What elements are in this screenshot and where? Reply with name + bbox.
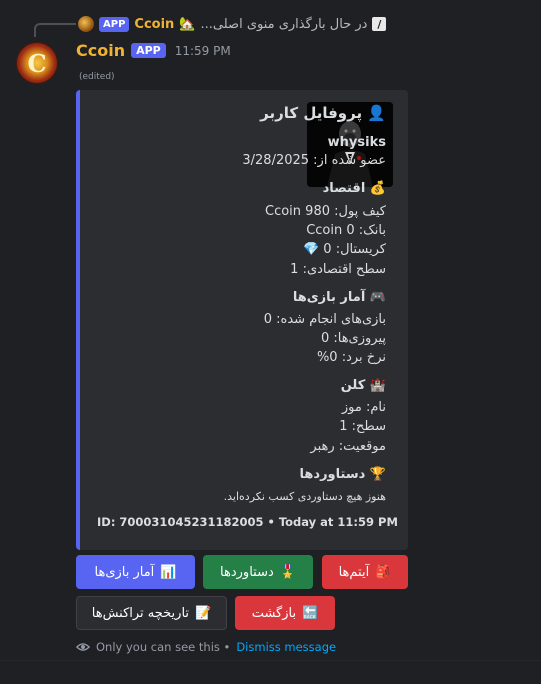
transactions-label: تاریخچه تراکنش‌ها xyxy=(91,605,190,621)
games-title: 🎮 آمار بازی‌ها xyxy=(292,290,386,305)
back-button[interactable]: بازگشت 🔙 xyxy=(235,596,335,630)
command-icon: / xyxy=(372,17,387,31)
reply-preview[interactable]: APP Ccoin 🏡 ...در حال بارگذاری منوی اصلی… xyxy=(78,14,387,34)
ephemeral-notice: Only you can see this • Dismiss message xyxy=(76,640,336,654)
game-stats-label: آمار بازی‌ها xyxy=(94,564,155,580)
ephemeral-text: Only you can see this • xyxy=(96,640,231,654)
games-played-value: بازی‌های انجام شده: 0 xyxy=(263,312,386,327)
author-name[interactable]: Ccoin xyxy=(76,41,125,60)
econ-level-value: سطح اقتصادی: 1 xyxy=(290,262,386,277)
avatar-letter: C xyxy=(27,48,47,78)
win-rate-value: نرخ برد: 0% xyxy=(316,350,386,365)
profile-embed: 👤 پروفایل کاربر whysiks عضو شده از: 3/28… xyxy=(76,90,408,550)
reply-app-badge: APP xyxy=(99,16,130,32)
bank-value: بانک: 0 Ccoin xyxy=(306,223,386,238)
clan-role-value: موقعیت: رهبر xyxy=(310,439,386,454)
wins-value: پیروزی‌ها: 0 xyxy=(320,331,386,346)
clan-title: 🏰 کلن xyxy=(340,378,386,393)
achievements-button[interactable]: دستاوردها 🎖️ xyxy=(203,555,313,589)
reply-connector xyxy=(34,23,76,37)
joined-date: عضو شده از: 3/28/2025 xyxy=(242,153,386,168)
memo-icon: 📝 xyxy=(195,605,212,621)
reply-text[interactable]: ...در حال بارگذاری منوی اصلی xyxy=(200,17,367,32)
items-label: آیتم‌ها xyxy=(338,564,370,580)
message-header: Ccoin APP 11:59 PM xyxy=(76,41,231,60)
back-label: بازگشت xyxy=(251,605,297,621)
eye-icon xyxy=(76,643,90,651)
bottom-bar xyxy=(0,660,541,684)
back-arrow-icon: 🔙 xyxy=(302,605,319,621)
house-icon: 🏡 xyxy=(179,16,196,32)
medal-icon: 🎖️ xyxy=(279,564,296,580)
items-button[interactable]: آیتم‌ها 🎒 xyxy=(322,555,408,589)
game-stats-button[interactable]: آمار بازی‌ها 📊 xyxy=(76,555,195,589)
achievements-title: 🏆 دستاوردها xyxy=(299,467,387,482)
edited-label: (edited) xyxy=(79,72,115,82)
wallet-value: کیف پول: 980 Ccoin xyxy=(265,204,386,219)
profile-username: whysiks xyxy=(327,135,386,150)
reply-author[interactable]: Ccoin xyxy=(134,17,174,32)
clan-name-value: نام: موز xyxy=(341,400,386,415)
dismiss-message-link[interactable]: Dismiss message xyxy=(236,640,336,654)
crystal-value: کریستال: 0 💎 xyxy=(302,242,386,257)
reply-avatar xyxy=(78,16,94,32)
app-badge: APP xyxy=(131,43,166,58)
transactions-button[interactable]: تاریخچه تراکنش‌ها 📝 xyxy=(76,596,227,630)
economy-title: 💰 اقتصاد xyxy=(322,181,386,196)
embed-title: 👤 پروفایل کاربر xyxy=(260,104,386,122)
embed-footer: ID: 700031045231182005 • Today at 11:59 … xyxy=(97,515,398,529)
chart-icon: 📊 xyxy=(160,564,177,580)
message-timestamp[interactable]: 11:59 PM xyxy=(175,44,231,58)
avatar[interactable]: C xyxy=(16,42,58,84)
achievements-text: هنوز هیچ دستاوردی کسب نکرده‌اید. xyxy=(223,490,386,503)
backpack-icon: 🎒 xyxy=(375,564,392,580)
achievements-label: دستاوردها xyxy=(220,564,274,580)
clan-level-value: سطح: 1 xyxy=(339,419,386,434)
